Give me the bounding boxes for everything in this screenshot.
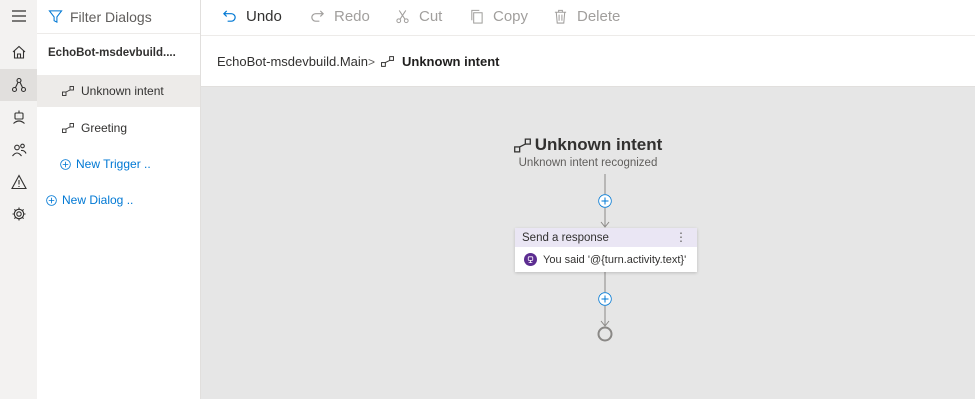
gear-icon	[12, 207, 25, 221]
filter-dialogs-placeholder: Filter Dialogs	[70, 8, 152, 25]
users-icon	[11, 143, 27, 157]
trigger-title-label: Unknown intent	[534, 135, 663, 154]
card-header-label: Send a response	[522, 231, 609, 244]
nav-design[interactable]	[0, 69, 37, 101]
new-trigger-link[interactable]: New Trigger ..	[60, 157, 151, 171]
redo-icon	[311, 9, 324, 22]
add-action-button[interactable]	[598, 194, 612, 208]
home-icon	[12, 45, 25, 59]
card-body: You said '@{turn.activity.text}'	[515, 247, 697, 272]
undo-label: Undo	[246, 7, 282, 25]
scissors-icon	[396, 9, 409, 23]
delete-label: Delete	[577, 7, 621, 25]
nav-users[interactable]	[0, 134, 37, 166]
new-trigger-label: New Trigger ..	[76, 157, 151, 171]
redo-button[interactable]: Redo	[310, 0, 370, 32]
trigger-icon	[62, 123, 74, 133]
delete-button[interactable]: Delete	[553, 0, 620, 32]
design-flow-icon	[11, 77, 26, 93]
flow-canvas: Unknown intent Unknown intent recognized…	[201, 87, 975, 399]
breadcrumb-current-label: Unknown intent	[402, 54, 500, 69]
trigger-item-greeting[interactable]: Greeting	[37, 112, 200, 144]
breadcrumb-current[interactable]: Unknown intent	[381, 36, 500, 87]
add-circle-icon	[60, 158, 71, 170]
trigger-label: Greeting	[81, 121, 128, 135]
undo-button[interactable]: Undo	[222, 0, 282, 32]
toolbar: Undo Redo Cut Copy Delete	[201, 0, 975, 36]
card-header: Send a response ⋮	[515, 228, 697, 247]
send-response-card[interactable]: Send a response ⋮ You said '@{turn.activ…	[515, 228, 697, 272]
undo-icon	[223, 9, 236, 22]
cut-button[interactable]: Cut	[395, 0, 442, 32]
trigger-node-title[interactable]: Unknown intent	[201, 135, 975, 155]
add-action-button[interactable]	[598, 292, 612, 306]
filter-dialogs-field[interactable]: Filter Dialogs	[37, 0, 200, 34]
add-circle-icon	[46, 194, 57, 206]
menu-button[interactable]	[0, 0, 37, 32]
trigger-icon	[513, 137, 531, 153]
left-nav-rail	[0, 0, 37, 399]
dialog-item-main[interactable]: EchoBot-msdevbuild....	[48, 47, 176, 59]
trigger-node-subtitle: Unknown intent recognized	[518, 157, 658, 169]
new-dialog-link[interactable]: New Dialog ..	[46, 193, 133, 207]
trigger-icon	[381, 56, 394, 67]
nav-settings[interactable]	[0, 198, 37, 230]
filter-icon	[48, 10, 63, 23]
trigger-icon	[62, 86, 74, 96]
bot-responses-icon	[12, 110, 25, 124]
trigger-label: Unknown intent	[81, 84, 164, 98]
nav-diagnostics[interactable]	[0, 166, 37, 198]
warning-icon	[10, 174, 27, 190]
dialog-tree-panel: Filter Dialogs EchoBot-msdevbuild.... Un…	[37, 0, 201, 399]
breadcrumb-root[interactable]: EchoBot-msdevbuild.Main	[217, 36, 368, 87]
cut-label: Cut	[419, 7, 443, 25]
more-options-icon[interactable]: ⋮	[675, 230, 687, 244]
menu-icon	[11, 10, 26, 22]
trash-icon	[554, 9, 567, 24]
breadcrumb-separator: >	[368, 54, 376, 69]
copy-button[interactable]: Copy	[469, 0, 528, 32]
new-dialog-label: New Dialog ..	[62, 193, 134, 207]
redo-label: Redo	[334, 7, 370, 25]
trigger-item-unknown-intent[interactable]: Unknown intent	[37, 75, 200, 107]
response-icon	[524, 253, 537, 266]
nav-home[interactable]	[0, 36, 37, 68]
card-body-text: You said '@{turn.activity.text}'	[543, 253, 687, 266]
breadcrumb: EchoBot-msdevbuild.Main > Unknown intent	[201, 36, 975, 87]
copy-icon	[471, 9, 483, 24]
copy-label: Copy	[493, 7, 529, 25]
nav-bot-responses[interactable]	[0, 101, 37, 133]
end-node-icon	[597, 326, 613, 342]
